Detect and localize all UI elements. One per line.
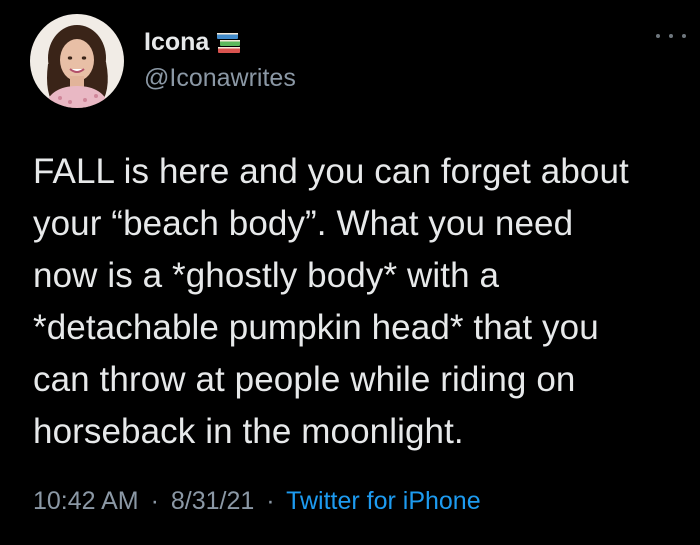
dot [669, 34, 673, 38]
dot [682, 34, 686, 38]
tweet-source-link[interactable]: Twitter for iPhone [286, 487, 481, 515]
tweet-text: FALL is here and you can forget about yo… [33, 152, 629, 451]
tweet-meta: 10:42 AM · 8/31/21 · Twitter for iPhone [33, 487, 481, 516]
display-name[interactable]: Icona [144, 28, 209, 57]
books-icon [215, 29, 243, 57]
dot [656, 34, 660, 38]
handle[interactable]: @Iconawrites [144, 64, 296, 93]
tweet-date[interactable]: 8/31/21 [171, 487, 254, 515]
meta-separator: · [266, 487, 275, 515]
name-row: Icona [144, 28, 243, 57]
avatar-image [30, 14, 124, 108]
more-options-icon[interactable] [656, 30, 686, 42]
tweet-time[interactable]: 10:42 AM [33, 487, 139, 515]
meta-separator: · [150, 487, 159, 515]
tweet: Icona @Iconawrites FALL is here and you … [0, 0, 700, 545]
avatar[interactable] [30, 14, 124, 108]
